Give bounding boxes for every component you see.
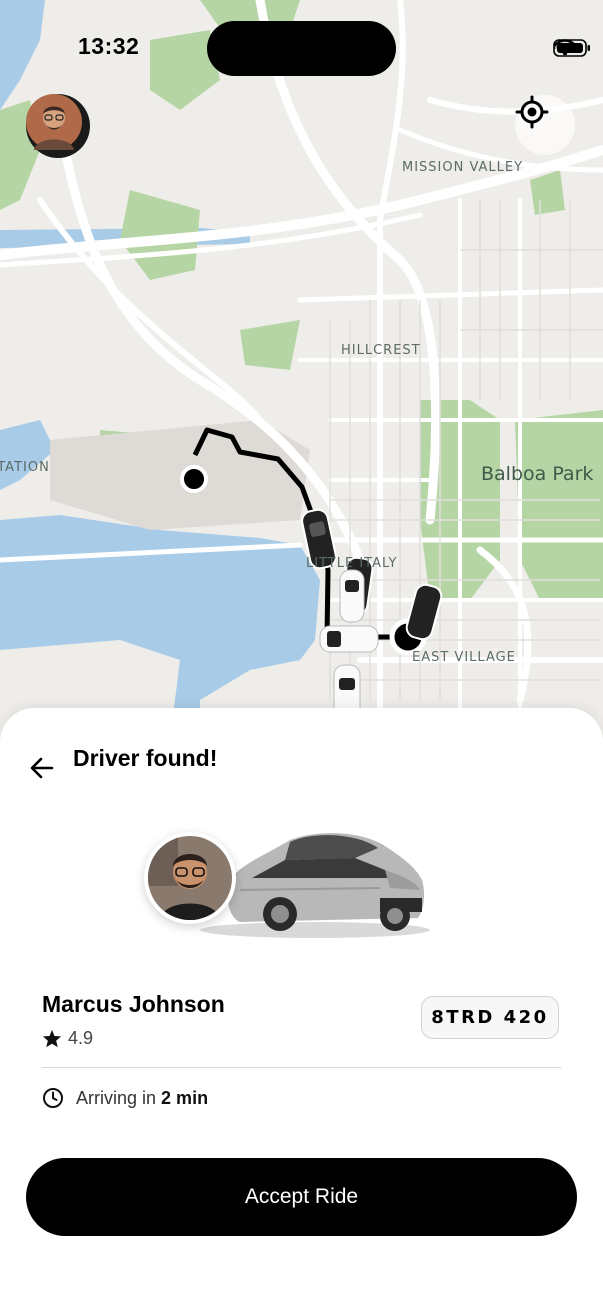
avatar	[148, 836, 232, 920]
eta-prefix: Arriving in	[76, 1087, 157, 1108]
status-time: 13:32	[78, 33, 140, 59]
map-label-station: STATION	[0, 460, 50, 475]
driver-rating: 4.9	[42, 1028, 93, 1049]
clock-icon	[43, 1088, 63, 1108]
map-view[interactable]: MISSION VALLEY HILLCREST Balboa Park STA…	[0, 0, 603, 740]
accept-ride-button[interactable]: Accept Ride	[26, 1158, 577, 1236]
car-icon	[339, 569, 365, 623]
dynamic-island	[207, 21, 396, 76]
profile-avatar[interactable]	[26, 94, 90, 158]
back-arrow-icon[interactable]	[28, 754, 56, 782]
pickup-marker	[180, 465, 208, 493]
divider	[42, 1067, 561, 1068]
driver-photo	[144, 832, 236, 924]
map-canvas	[0, 0, 603, 740]
eta-row: Arriving in 2 min	[42, 1087, 208, 1109]
map-label-hillcrest: HILLCREST	[341, 343, 421, 358]
map-label-east-village: EAST VILLAGE	[412, 650, 516, 665]
locate-button[interactable]	[515, 95, 575, 155]
rating-value: 4.9	[68, 1028, 94, 1048]
map-label-little-italy: LITTLE ITALY	[306, 556, 398, 571]
map-label-mission-valley: MISSION VALLEY	[402, 160, 524, 175]
page-title: Driver found!	[73, 745, 218, 771]
car-icon	[405, 583, 443, 641]
driver-name: Marcus Johnson	[42, 991, 225, 1017]
avatar	[26, 94, 82, 150]
car-icon	[319, 625, 379, 653]
eta-value: 2 min	[161, 1087, 209, 1108]
star-icon	[42, 1029, 62, 1048]
battery-icon	[553, 39, 590, 57]
driver-found-sheet: Driver found! Marcus Johnson 4.9 8TRD 42…	[0, 708, 603, 1311]
map-label-balboa-park: Balboa Park	[481, 463, 594, 485]
license-plate: 8TRD 420	[421, 996, 559, 1039]
locate-icon	[515, 95, 549, 129]
